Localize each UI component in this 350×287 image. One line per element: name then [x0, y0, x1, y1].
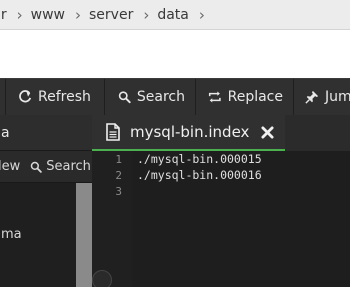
tab-mysql-bin-index[interactable]: mysql-bin.index: [92, 115, 285, 151]
code-editor[interactable]: 1 2 3 ./mysql-bin.000015 ./mysql-bin.000…: [92, 151, 350, 287]
breadcrumb-item[interactable]: data: [149, 7, 189, 23]
search-label: Search: [136, 89, 185, 105]
refresh-label: Refresh: [38, 89, 91, 105]
scrollbar[interactable]: [76, 183, 92, 287]
jump-label: Jump: [325, 89, 350, 105]
replace-icon: [208, 91, 221, 103]
code-line[interactable]: ./mysql-bin.000016: [137, 168, 262, 182]
file-icon: [106, 123, 120, 141]
close-icon[interactable]: [261, 125, 274, 139]
breadcrumb-item[interactable]: ir: [0, 7, 7, 23]
new-button[interactable]: lew: [0, 159, 30, 174]
scrollbar-thumb[interactable]: [76, 183, 92, 287]
header-area: [0, 30, 350, 78]
breadcrumb-item[interactable]: server: [81, 7, 133, 23]
search-button[interactable]: Search: [105, 79, 196, 115]
editor-tabbar: mysql-bin.index: [92, 115, 350, 151]
chevron-right-icon: ›: [143, 5, 150, 24]
line-number: 1: [115, 153, 122, 166]
chevron-right-icon: ›: [198, 5, 205, 24]
breadcrumb: ir › www › server › data ›: [0, 0, 350, 30]
panel-search-button[interactable]: Search: [30, 159, 91, 174]
line-number: 3: [115, 185, 122, 198]
file-panel: a lew Search ma: [0, 115, 92, 287]
search-icon: [31, 161, 43, 173]
panel-toggle-button[interactable]: [92, 270, 112, 287]
file-list: ma: [0, 183, 76, 287]
panel-title: a: [0, 115, 92, 151]
breadcrumb-item[interactable]: www: [23, 7, 65, 23]
tab-label: mysql-bin.index: [130, 123, 250, 141]
code-line[interactable]: ./mysql-bin.000015: [137, 152, 262, 166]
search-icon: [118, 91, 131, 104]
editor-toolbar: Refresh Search Replace Jump: [0, 78, 350, 115]
refresh-button[interactable]: Refresh: [6, 79, 105, 115]
line-number: 2: [115, 169, 122, 182]
line-number-gutter: 1 2 3: [92, 151, 132, 287]
jump-button[interactable]: Jump: [294, 79, 350, 115]
thumbtack-icon: [305, 90, 319, 104]
chevron-right-icon: ›: [75, 5, 82, 24]
replace-label: Replace: [227, 89, 283, 105]
list-item[interactable]: ma: [0, 227, 22, 242]
refresh-icon: [19, 90, 32, 103]
panel-search-label: Search: [46, 159, 91, 174]
replace-button[interactable]: Replace: [196, 79, 294, 115]
chevron-right-icon: ›: [16, 5, 23, 24]
panel-actions: lew Search: [0, 151, 92, 183]
